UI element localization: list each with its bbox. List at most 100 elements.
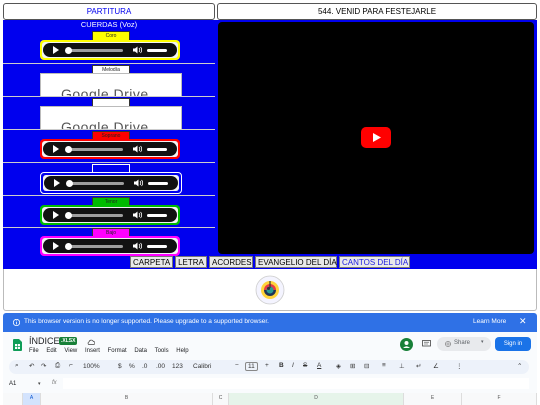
- play-icon[interactable]: [54, 179, 60, 187]
- voices-panel: CUERDAS (Voz) Coro Melodía Google Drive …: [3, 20, 215, 256]
- voice-row-bajo: Bajo: [3, 227, 215, 257]
- currency-button[interactable]: $: [118, 363, 122, 370]
- volume-slider[interactable]: [148, 181, 168, 185]
- play-icon[interactable]: [53, 211, 59, 219]
- nav-acordes-button[interactable]: ACORDES: [209, 256, 253, 268]
- seek-knob[interactable]: [66, 179, 73, 187]
- volume-slider[interactable]: [147, 147, 167, 151]
- menu-tools[interactable]: Tools: [155, 348, 169, 354]
- merge-cells-icon[interactable]: ⊟: [364, 362, 369, 370]
- google-drive-embed-2[interactable]: Google Drive: [40, 106, 182, 130]
- sheets-logo-icon[interactable]: [13, 339, 22, 351]
- youtube-video-embed[interactable]: [218, 22, 534, 254]
- nav-letra-button[interactable]: LETRA: [175, 256, 207, 268]
- learn-more-link[interactable]: Learn More: [473, 318, 506, 325]
- font-select[interactable]: Calibri: [193, 363, 211, 370]
- signin-button[interactable]: Sign in: [495, 337, 531, 351]
- partitura-header[interactable]: PARTITURA: [3, 3, 215, 20]
- volume-icon[interactable]: [133, 211, 142, 219]
- seek-track[interactable]: [68, 181, 124, 185]
- increase-decimal-icon[interactable]: .00: [156, 363, 165, 370]
- text-color-icon[interactable]: A: [317, 362, 321, 369]
- column-header-a[interactable]: A: [23, 393, 41, 405]
- volume-slider[interactable]: [147, 213, 167, 217]
- audio-player-tenor[interactable]: [40, 205, 180, 225]
- doc-title[interactable]: ÍNDICE: [29, 336, 60, 346]
- play-icon[interactable]: [53, 242, 59, 250]
- text-rotation-icon[interactable]: ∠: [433, 362, 439, 370]
- seek-track[interactable]: [67, 48, 123, 52]
- redo-icon[interactable]: ↷: [41, 362, 46, 370]
- align-horizontal-icon[interactable]: ≡: [382, 362, 386, 369]
- audio-player-contralto[interactable]: [40, 172, 182, 194]
- zoom-select[interactable]: 100%: [83, 363, 100, 370]
- menu-help[interactable]: Help: [176, 348, 188, 354]
- font-size-increase-icon[interactable]: +: [265, 362, 269, 369]
- formula-input[interactable]: [63, 378, 529, 389]
- google-drive-embed-melodia[interactable]: Google Drive: [40, 73, 182, 97]
- more-options-icon[interactable]: ⋮: [456, 362, 463, 370]
- youtube-play-icon[interactable]: [361, 127, 391, 148]
- volume-slider[interactable]: [147, 244, 167, 248]
- volume-slider[interactable]: [147, 48, 167, 52]
- voice-row-contralto: [3, 162, 215, 195]
- volume-icon[interactable]: [133, 46, 142, 54]
- close-icon[interactable]: ✕: [519, 316, 527, 327]
- menu-data[interactable]: Data: [134, 348, 147, 354]
- column-header-f[interactable]: F: [462, 393, 537, 405]
- cell-reference[interactable]: A1: [9, 381, 16, 387]
- column-header-d[interactable]: D: [229, 393, 404, 405]
- audio-player-soprano[interactable]: [40, 139, 180, 159]
- font-size-decrease-icon[interactable]: −: [235, 362, 239, 369]
- volume-icon[interactable]: [133, 242, 142, 250]
- menu-edit[interactable]: Edit: [46, 348, 56, 354]
- column-header-b[interactable]: B: [41, 393, 213, 405]
- fill-color-icon[interactable]: ◈: [336, 362, 341, 370]
- undo-icon[interactable]: ↶: [29, 362, 34, 370]
- nav-carpeta-button[interactable]: CARPETA: [130, 256, 173, 268]
- nav-evangelio-button[interactable]: EVANGELIO DEL DÍA: [255, 256, 337, 268]
- play-icon[interactable]: [53, 46, 59, 54]
- voices-section-title: CUERDAS (Voz): [80, 20, 138, 29]
- italic-icon[interactable]: I: [292, 362, 294, 369]
- seek-track[interactable]: [67, 147, 123, 151]
- menu-file[interactable]: File: [29, 348, 39, 354]
- menu-insert[interactable]: Insert: [85, 348, 100, 354]
- font-size-input[interactable]: 11: [245, 362, 258, 371]
- seek-knob[interactable]: [65, 242, 72, 250]
- nav-cantos-button[interactable]: CANTOS DEL DÍA: [339, 256, 410, 268]
- percent-button[interactable]: %: [129, 363, 135, 370]
- seek-track[interactable]: [67, 213, 123, 217]
- decrease-decimal-icon[interactable]: .0: [142, 363, 147, 370]
- borders-icon[interactable]: ⊞: [350, 362, 355, 370]
- play-icon[interactable]: [53, 145, 59, 153]
- audio-player-coro[interactable]: [40, 40, 180, 60]
- strikethrough-icon[interactable]: S: [303, 362, 307, 369]
- volume-icon[interactable]: [134, 179, 143, 187]
- align-vertical-icon[interactable]: ⊥: [399, 362, 405, 370]
- select-all-corner[interactable]: [3, 393, 23, 405]
- seek-knob[interactable]: [65, 46, 72, 54]
- comments-icon[interactable]: [422, 340, 431, 348]
- share-dropdown-icon[interactable]: ▾: [481, 339, 484, 345]
- column-header-e[interactable]: E: [404, 393, 462, 405]
- meet-icon[interactable]: [400, 338, 413, 351]
- seek-knob[interactable]: [65, 145, 72, 153]
- print-icon[interactable]: ⎙: [55, 362, 60, 370]
- text-wrap-icon[interactable]: ↵: [416, 362, 421, 370]
- volume-icon[interactable]: [133, 145, 142, 153]
- cloud-icon[interactable]: [87, 339, 95, 345]
- bold-icon[interactable]: B: [279, 362, 284, 369]
- share-button[interactable]: Share ▾: [437, 337, 491, 351]
- audio-player-bajo[interactable]: [40, 236, 180, 256]
- seek-track[interactable]: [67, 244, 123, 248]
- column-header-c[interactable]: C: [213, 393, 229, 405]
- cell-reference-dropdown-icon[interactable]: ▾: [38, 381, 41, 387]
- collapse-toolbar-icon[interactable]: ⌃: [517, 362, 522, 370]
- seek-knob[interactable]: [65, 211, 72, 219]
- search-menus-icon[interactable]: ⌕: [15, 362, 19, 370]
- paint-format-icon[interactable]: ⌐: [69, 362, 73, 369]
- number-format-button[interactable]: 123: [172, 363, 183, 370]
- menu-format[interactable]: Format: [108, 348, 127, 354]
- menu-view[interactable]: View: [64, 348, 77, 354]
